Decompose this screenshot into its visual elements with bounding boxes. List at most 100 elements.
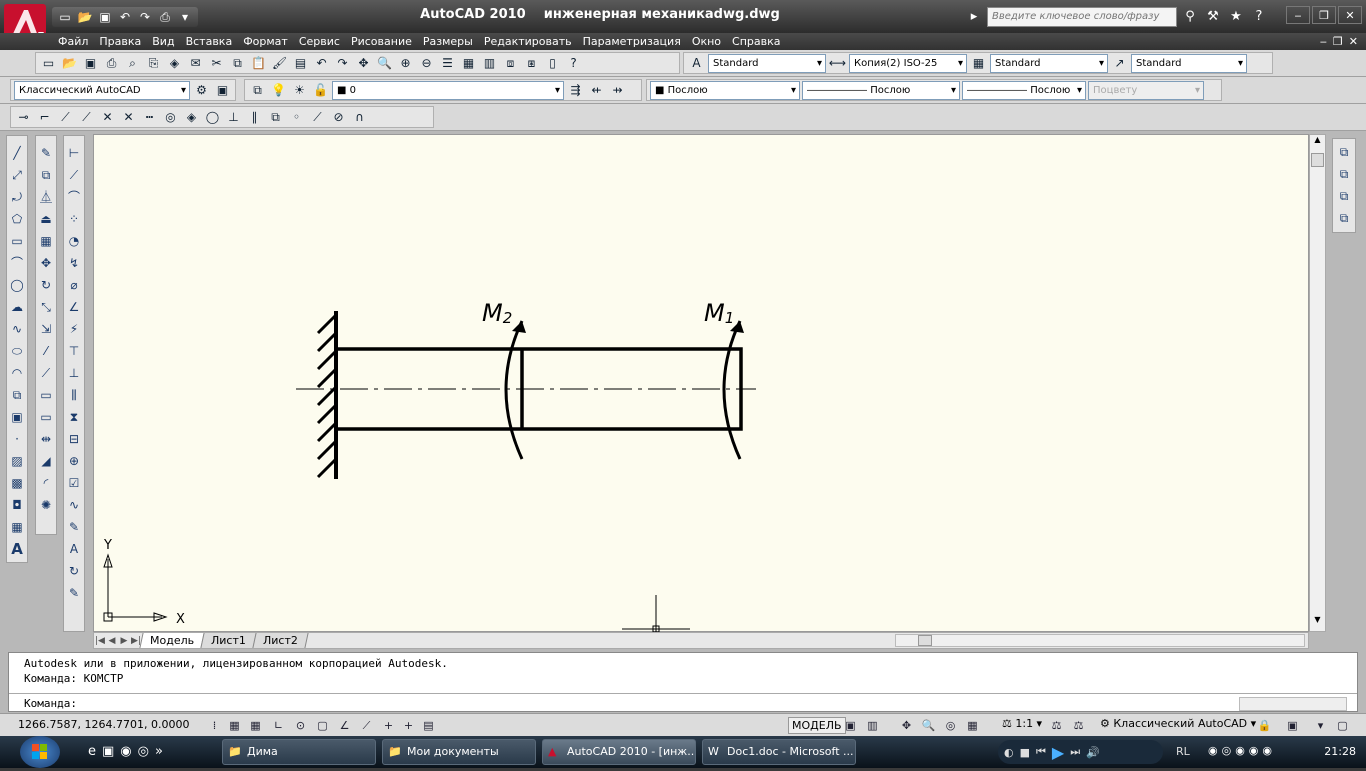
copy-object-icon[interactable]: ⧉ [37,166,56,185]
prev-tab-icon[interactable]: ◀ [106,636,118,646]
communication-center-icon[interactable]: ⚒ [1203,7,1223,27]
zoom-window-icon[interactable]: ⊕ [396,54,415,73]
snap-apparent-icon[interactable]: ✕ [119,108,138,127]
tab-model[interactable]: Модель [139,633,205,648]
layer-properties-icon[interactable]: ⧉ [248,81,267,100]
workspace-settings-icon[interactable]: ⚙ [192,81,211,100]
mleader-style-icon[interactable]: ↗ [1110,54,1129,73]
bring-above-icon[interactable]: ⧉ [1335,187,1354,206]
point-icon[interactable]: · [8,430,27,449]
temp-track-icon[interactable]: ⊸ [14,108,33,127]
text-style-icon[interactable]: A [687,54,706,73]
arc-icon[interactable]: ⌒ [8,254,27,273]
menu-view[interactable]: Вид [152,33,184,50]
snap-from-icon[interactable]: ⌐ [35,108,54,127]
model-space-button[interactable]: МОДЕЛЬ [788,717,846,734]
make-current-icon[interactable]: ⇶ [566,81,585,100]
color-select[interactable]: ■ Послою [650,80,800,100]
horizontal-scroll-thumb[interactable] [918,635,932,646]
extend-icon[interactable]: ⟋ [37,364,56,383]
language-indicator[interactable]: RL [1176,745,1190,758]
vertical-scroll-thumb[interactable] [1311,153,1324,167]
tolerance-icon[interactable]: ⊟ [65,430,84,449]
break-at-point-icon[interactable]: ▭ [37,386,56,405]
zoom-previous-icon[interactable]: ⊖ [417,54,436,73]
search-input[interactable] [987,6,1177,27]
pan-icon[interactable]: ✥ [354,54,373,73]
chamfer-icon[interactable]: ◢ [37,452,56,471]
lineweight-toggle-icon[interactable]: + [400,717,417,734]
dim-style-icon[interactable]: ⟷ [828,54,847,73]
dimedit-icon[interactable]: ✎ [65,518,84,537]
grid-icon[interactable]: ▦ [247,717,264,734]
zoom-status-icon[interactable]: 🔍 [920,717,937,734]
dim-update-icon[interactable]: ↻ [65,562,84,581]
command-prompt[interactable]: Команда: [24,696,77,711]
rotate-icon[interactable]: ↻ [37,276,56,295]
block-editor-icon[interactable]: ▤ [291,54,310,73]
scroll-up-icon[interactable]: ▲ [1311,135,1324,149]
erase-icon[interactable]: ✎ [37,144,56,163]
print-icon[interactable]: ⎙ [156,8,174,26]
tab-layout2[interactable]: Лист2 [252,633,309,648]
jogged-linear-icon[interactable]: ∿ [65,496,84,515]
media-volume-icon[interactable]: 🔊 [1086,746,1100,759]
table-style-select[interactable]: Standard [990,53,1108,73]
mirror-icon[interactable]: ⏅ [37,188,56,207]
snap-none-icon[interactable]: ⊘ [329,108,348,127]
first-tab-icon[interactable]: |◀ [94,636,106,646]
workspace-save-icon[interactable]: ▣ [213,81,232,100]
auto-scale-icon[interactable]: ⚖ [1070,717,1087,734]
center-mark-icon[interactable]: ⊕ [65,452,84,471]
etransmit-icon[interactable]: ✉ [186,54,205,73]
annotation-visibility-icon[interactable]: ⚖ [1048,717,1065,734]
snap-node-icon[interactable]: ◦ [287,108,306,127]
snap-perpendicular-icon[interactable]: ⊥ [224,108,243,127]
ie-icon[interactable]: e [88,744,96,759]
join-icon[interactable]: ⇹ [37,430,56,449]
insert-block-icon[interactable]: ⧉ [8,386,27,405]
plot-preview-icon[interactable]: ⌕ [123,54,142,73]
break-icon[interactable]: ▭ [37,408,56,427]
menu-edit[interactable]: Правка [99,33,151,50]
array-icon[interactable]: ▦ [37,232,56,251]
task-autocad[interactable]: ▲ AutoCAD 2010 - [инж... [542,739,696,765]
hatch-icon[interactable]: ▨ [8,452,27,471]
dim-break-icon[interactable]: ⧗ [65,408,84,427]
snap-quadrant-icon[interactable]: ◈ [182,108,201,127]
doc-minimize-icon[interactable]: ‒ [1320,33,1327,50]
bring-to-front-icon[interactable]: ⧉ [1335,143,1354,162]
steeringwheel-icon[interactable]: ◎ [942,717,959,734]
radius-dim-icon[interactable]: ◔ [65,232,84,251]
region-icon[interactable]: ◘ [8,496,27,515]
ducs-icon[interactable]: ⟋ [358,717,375,734]
pan-status-icon[interactable]: ✥ [898,717,915,734]
snap-center-icon[interactable]: ◎ [161,108,180,127]
plot-icon[interactable]: ⎙ [102,54,121,73]
mtext-icon[interactable]: A [8,540,27,559]
polyline-icon[interactable]: ⤾ [8,188,27,207]
menu-draw[interactable]: Рисование [351,33,422,50]
rectangle-icon[interactable]: ▭ [8,232,27,251]
horizontal-scrollbar[interactable] [895,634,1305,647]
redo-icon[interactable]: ↷ [333,54,352,73]
menu-window[interactable]: Окно [692,33,731,50]
doc-restore-icon[interactable]: ❐ [1333,33,1343,50]
snap-parallel-icon[interactable]: ∥ [245,108,264,127]
angular-dim-icon[interactable]: ∠ [65,298,84,317]
line-icon[interactable]: ╱ [8,144,27,163]
ordinate-icon[interactable]: ⁘ [65,210,84,229]
continue-icon[interactable]: ⊥ [65,364,84,383]
open-icon[interactable]: 📂 [60,54,79,73]
restore-icon[interactable]: ❐ [1312,6,1336,24]
firefox-icon[interactable]: ◉ [120,744,131,759]
vertical-scrollbar[interactable]: ▲ ▼ [1309,134,1326,632]
polygon-icon[interactable]: ⬠ [8,210,27,229]
save-icon[interactable]: ▣ [96,8,114,26]
expand-icon[interactable]: ▸ [964,7,984,27]
dimtedit-icon[interactable]: A [65,540,84,559]
menu-dimension[interactable]: Размеры [423,33,483,50]
quick-dim-icon[interactable]: ⚡ [65,320,84,339]
binoculars-icon[interactable]: ⚲ [1180,7,1200,27]
fillet-icon[interactable]: ◜ [37,474,56,493]
